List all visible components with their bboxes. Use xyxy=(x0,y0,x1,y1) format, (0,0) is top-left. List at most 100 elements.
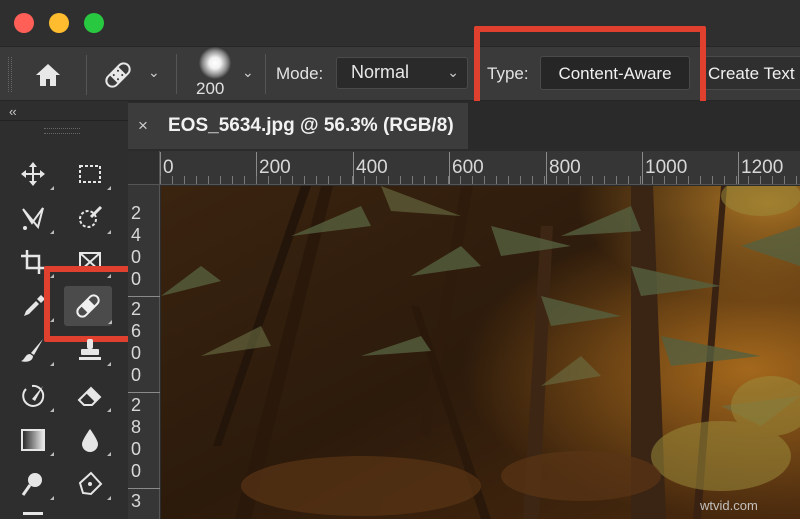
ruler-minor-tick xyxy=(412,176,413,184)
ruler-label: 0 xyxy=(130,439,141,459)
ruler-minor-tick xyxy=(196,176,197,184)
clone-stamp-icon[interactable] xyxy=(69,332,111,368)
maximize-window-button[interactable] xyxy=(84,13,104,33)
ruler-tick xyxy=(642,152,643,184)
history-brush-icon[interactable] xyxy=(12,378,54,414)
ruler-minor-tick xyxy=(748,176,749,184)
ruler-minor-tick xyxy=(436,176,437,184)
ruler-minor-tick xyxy=(520,176,521,184)
brush-icon[interactable] xyxy=(12,332,54,368)
ruler-minor-tick xyxy=(280,176,281,184)
ruler-tick xyxy=(128,392,160,393)
minimize-window-button[interactable] xyxy=(49,13,69,33)
ruler-minor-tick xyxy=(172,176,173,184)
ruler-minor-tick xyxy=(340,176,341,184)
create-texture-button[interactable]: Create Text xyxy=(700,56,800,90)
ruler-minor-tick xyxy=(220,176,221,184)
pen-icon[interactable] xyxy=(69,466,111,502)
chevron-down-icon[interactable]: ⌄ xyxy=(148,64,160,81)
mode-select[interactable]: Normal ⌄ xyxy=(336,57,468,89)
ruler-tick xyxy=(128,488,160,489)
home-icon[interactable] xyxy=(28,59,68,91)
ruler-label: 800 xyxy=(549,157,581,178)
collapse-panel-icon[interactable]: ‹‹ xyxy=(9,104,17,119)
move-icon[interactable] xyxy=(12,156,54,192)
ruler-minor-tick xyxy=(604,176,605,184)
ruler-minor-tick xyxy=(316,176,317,184)
separator xyxy=(265,54,266,94)
ruler-label: 3 xyxy=(130,491,141,511)
ruler-minor-tick xyxy=(700,176,701,184)
chevron-down-icon: ⌄ xyxy=(447,64,459,80)
ruler-tick xyxy=(449,152,450,184)
close-icon[interactable]: × xyxy=(138,116,148,136)
type-tool-icon[interactable] xyxy=(12,508,54,519)
close-window-button[interactable] xyxy=(14,13,34,33)
ruler-label: 0 xyxy=(130,247,141,267)
ruler-label: 0 xyxy=(130,343,141,363)
ruler-label: 0 xyxy=(130,365,141,385)
ruler-minor-tick xyxy=(532,176,533,184)
ruler-label: 2 xyxy=(130,299,141,319)
brush-size-value: 200 xyxy=(196,79,225,98)
ruler-tick xyxy=(738,152,739,184)
ruler-minor-tick xyxy=(400,176,401,184)
ruler-minor-tick xyxy=(388,176,389,184)
ruler-minor-tick xyxy=(616,176,617,184)
polygonal-lasso-icon[interactable] xyxy=(12,200,54,236)
ruler-minor-tick xyxy=(580,176,581,184)
ruler-label: 6 xyxy=(130,321,141,341)
ruler-minor-tick xyxy=(364,176,365,184)
ruler-minor-tick xyxy=(328,176,329,184)
ruler-minor-tick xyxy=(676,176,677,184)
ruler-label: 4 xyxy=(130,225,141,245)
dodge-icon[interactable] xyxy=(12,466,54,502)
ruler-minor-tick xyxy=(508,176,509,184)
ruler-tick xyxy=(546,152,547,184)
ruler-minor-tick xyxy=(244,176,245,184)
ruler-origin[interactable] xyxy=(128,151,160,185)
bandage-icon[interactable] xyxy=(100,57,136,93)
separator xyxy=(0,120,128,121)
ruler-minor-tick xyxy=(652,176,653,184)
drop-icon[interactable] xyxy=(69,422,111,458)
ruler-label: 8 xyxy=(130,417,141,437)
eraser-icon[interactable] xyxy=(69,378,111,414)
ruler-minor-tick xyxy=(724,176,725,184)
ruler-minor-tick xyxy=(628,176,629,184)
ruler-minor-tick xyxy=(484,176,485,184)
ruler-minor-tick xyxy=(688,176,689,184)
mode-value: Normal xyxy=(351,62,410,82)
brush-preview-icon[interactable] xyxy=(199,47,231,79)
options-bar-grip[interactable] xyxy=(8,57,12,92)
ruler-minor-tick xyxy=(544,176,545,184)
ruler-minor-tick xyxy=(796,176,797,184)
ruler-minor-tick xyxy=(292,176,293,184)
ruler-minor-tick xyxy=(352,176,353,184)
watermark: wtvid.com xyxy=(700,498,758,513)
ruler-minor-tick xyxy=(376,176,377,184)
rect-marquee-icon[interactable] xyxy=(69,156,111,192)
ruler-minor-tick xyxy=(424,176,425,184)
ruler-minor-tick xyxy=(568,176,569,184)
ruler-minor-tick xyxy=(712,176,713,184)
document-tab-title[interactable]: EOS_5634.jpg @ 56.3% (RGB/8) xyxy=(168,115,454,137)
gradient-icon[interactable] xyxy=(12,422,54,458)
ruler-label: 0 xyxy=(130,461,141,481)
ruler-minor-tick xyxy=(472,176,473,184)
ruler-minor-tick xyxy=(496,176,497,184)
ruler-label: 2 xyxy=(130,203,141,223)
ruler-minor-tick xyxy=(664,176,665,184)
ruler-minor-tick xyxy=(640,176,641,184)
quick-selection-icon[interactable] xyxy=(69,200,111,236)
forest-photo xyxy=(161,186,800,519)
ruler-label: 200 xyxy=(259,157,291,178)
document-canvas[interactable] xyxy=(161,186,800,519)
ruler-minor-tick xyxy=(304,176,305,184)
tools-panel-grip[interactable] xyxy=(44,128,80,134)
chevron-down-icon[interactable]: ⌄ xyxy=(242,64,254,81)
ruler-minor-tick xyxy=(460,176,461,184)
ruler-label: 2 xyxy=(130,395,141,415)
ruler-minor-tick xyxy=(760,176,761,184)
ruler-minor-tick xyxy=(736,176,737,184)
